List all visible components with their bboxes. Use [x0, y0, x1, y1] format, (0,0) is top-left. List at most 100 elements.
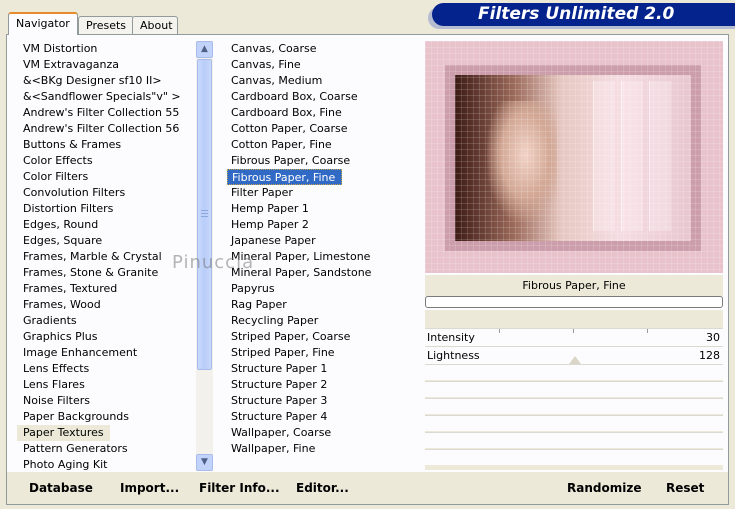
filter-item[interactable]: Mineral Paper, Sandstone	[227, 265, 417, 281]
filter-item[interactable]: Hemp Paper 2	[227, 217, 417, 233]
category-item[interactable]: VM Extravaganza	[17, 57, 197, 73]
filter-item[interactable]: Hemp Paper 1	[227, 201, 417, 217]
category-item[interactable]: Paper Backgrounds	[17, 409, 197, 425]
category-item[interactable]: &<BKg Designer sf10 II>	[17, 73, 197, 89]
category-item[interactable]: Graphics Plus	[17, 329, 197, 345]
category-item[interactable]: Lens Effects	[17, 361, 197, 377]
category-item[interactable]: Paper Textures	[17, 425, 197, 441]
category-item[interactable]: Edges, Round	[17, 217, 197, 233]
category-label: Image Enhancement	[23, 346, 138, 359]
slider-thumb[interactable]	[568, 356, 581, 364]
filter-item[interactable]: Cotton Paper, Coarse	[227, 121, 417, 137]
filter-label: Cotton Paper, Fine	[231, 138, 332, 151]
category-item[interactable]: Andrew's Filter Collection 55	[17, 105, 197, 121]
category-item[interactable]: Pattern Generators	[17, 441, 197, 457]
category-item[interactable]: Frames, Wood	[17, 297, 197, 313]
slider-intensity[interactable]: Intensity 30	[425, 328, 723, 346]
filter-item[interactable]: Cardboard Box, Coarse	[227, 89, 417, 105]
scroll-thumb[interactable]	[197, 59, 212, 370]
category-item[interactable]: Edges, Square	[17, 233, 197, 249]
scroll-up-button[interactable]: ▲	[196, 41, 213, 58]
navigator-panel: VM Distortion VM Extravaganza &<BKg Design…	[6, 34, 729, 505]
category-label: VM Distortion	[23, 42, 98, 55]
filter-item[interactable]: Japanese Paper	[227, 233, 417, 249]
filter-item[interactable]: Striped Paper, Coarse	[227, 329, 417, 345]
filter-label: Fibrous Paper, Coarse	[231, 154, 351, 167]
filter-label: Structure Paper 3	[231, 394, 328, 407]
category-item[interactable]: Color Effects	[17, 153, 197, 169]
category-item[interactable]: Frames, Marble & Crystal	[17, 249, 197, 265]
tab-navigator[interactable]: Navigator	[8, 12, 78, 35]
slider-label: Lightness	[427, 349, 480, 362]
slider-label: Intensity	[427, 331, 475, 344]
category-item[interactable]: Image Enhancement	[17, 345, 197, 361]
filter-item[interactable]: Canvas, Coarse	[227, 41, 417, 57]
filter-item[interactable]: Wallpaper, Fine	[227, 441, 417, 457]
filter-item[interactable]: Structure Paper 2	[227, 377, 417, 393]
filter-item[interactable]: Rag Paper	[227, 297, 417, 313]
category-label: Graphics Plus	[23, 330, 98, 343]
tab-presets[interactable]: Presets	[78, 16, 134, 34]
empty-slider-row	[425, 398, 723, 414]
category-item[interactable]: Andrew's Filter Collection 56	[17, 121, 197, 137]
filter-label: Cardboard Box, Fine	[231, 106, 342, 119]
category-list[interactable]: VM Distortion VM Extravaganza &<BKg Design…	[17, 41, 197, 473]
category-item[interactable]: Photo Aging Kit	[17, 457, 197, 473]
filter-item[interactable]: Mineral Paper, Limestone	[227, 249, 417, 265]
filter-item[interactable]: Cotton Paper, Fine	[227, 137, 417, 153]
filter-item[interactable]: Structure Paper 1	[227, 361, 417, 377]
filter-label: Canvas, Fine	[231, 58, 301, 71]
category-label: Andrew's Filter Collection 56	[23, 122, 180, 135]
category-item[interactable]: Convolution Filters	[17, 185, 197, 201]
category-item[interactable]: Gradients	[17, 313, 197, 329]
filter-item[interactable]: Cardboard Box, Fine	[227, 105, 417, 121]
filter-item[interactable]: Striped Paper, Fine	[227, 345, 417, 361]
filter-list[interactable]: Canvas, Coarse Canvas, Fine Canvas, Medium…	[227, 41, 417, 461]
empty-slider-row	[425, 449, 723, 465]
filter-info-button[interactable]: Filter Info...	[199, 481, 280, 495]
category-label: Pattern Generators	[23, 442, 128, 455]
category-item[interactable]: Buttons & Frames	[17, 137, 197, 153]
category-label: Convolution Filters	[23, 186, 126, 199]
filter-item[interactable]: Recycling Paper	[227, 313, 417, 329]
filter-label: Structure Paper 1	[231, 362, 328, 375]
filter-item[interactable]: Structure Paper 3	[227, 393, 417, 409]
empty-slider-row	[425, 415, 723, 431]
reset-button[interactable]: Reset	[666, 481, 704, 495]
tab-about[interactable]: About	[132, 16, 178, 34]
filter-item[interactable]: Fibrous Paper, Fine	[227, 169, 417, 185]
category-label: Paper Textures	[17, 425, 110, 441]
filter-item[interactable]: Wallpaper, Coarse	[227, 425, 417, 441]
slider-lightness[interactable]: Lightness 128	[425, 346, 723, 364]
category-item[interactable]: Noise Filters	[17, 393, 197, 409]
import-button[interactable]: Import...	[120, 481, 179, 495]
category-item[interactable]: Frames, Stone & Granite	[17, 265, 197, 281]
category-label: Buttons & Frames	[23, 138, 122, 151]
randomize-button[interactable]: Randomize	[567, 481, 641, 495]
filter-item[interactable]: Papyrus	[227, 281, 417, 297]
filter-label: Wallpaper, Fine	[231, 442, 316, 455]
preview-texture	[425, 41, 723, 273]
category-item[interactable]: Distortion Filters	[17, 201, 197, 217]
category-item[interactable]: &<Sandflower Specials"v" >	[17, 89, 197, 105]
category-item[interactable]: VM Distortion	[17, 41, 197, 57]
filter-label: Striped Paper, Fine	[231, 346, 335, 359]
progress-bar	[425, 296, 723, 308]
category-item[interactable]: Lens Flares	[17, 377, 197, 393]
filter-item[interactable]: Structure Paper 4	[227, 409, 417, 425]
filter-item[interactable]: Fibrous Paper, Coarse	[227, 153, 417, 169]
category-label: Frames, Textured	[23, 282, 118, 295]
category-item[interactable]: Color Filters	[17, 169, 197, 185]
category-item[interactable]: Frames, Textured	[17, 281, 197, 297]
scroll-down-button[interactable]: ▼	[196, 454, 213, 471]
filter-label: Structure Paper 2	[231, 378, 328, 391]
empty-slider-row	[425, 432, 723, 448]
filter-item[interactable]: Canvas, Medium	[227, 73, 417, 89]
database-button[interactable]: Database	[29, 481, 93, 495]
editor-button[interactable]: Editor...	[296, 481, 349, 495]
category-label: Frames, Wood	[23, 298, 101, 311]
filter-label: Canvas, Medium	[231, 74, 323, 87]
filter-item[interactable]: Canvas, Fine	[227, 57, 417, 73]
filter-item[interactable]: Filter Paper	[227, 185, 417, 201]
parameter-area: Intensity 30 Lightness 128	[425, 310, 723, 470]
